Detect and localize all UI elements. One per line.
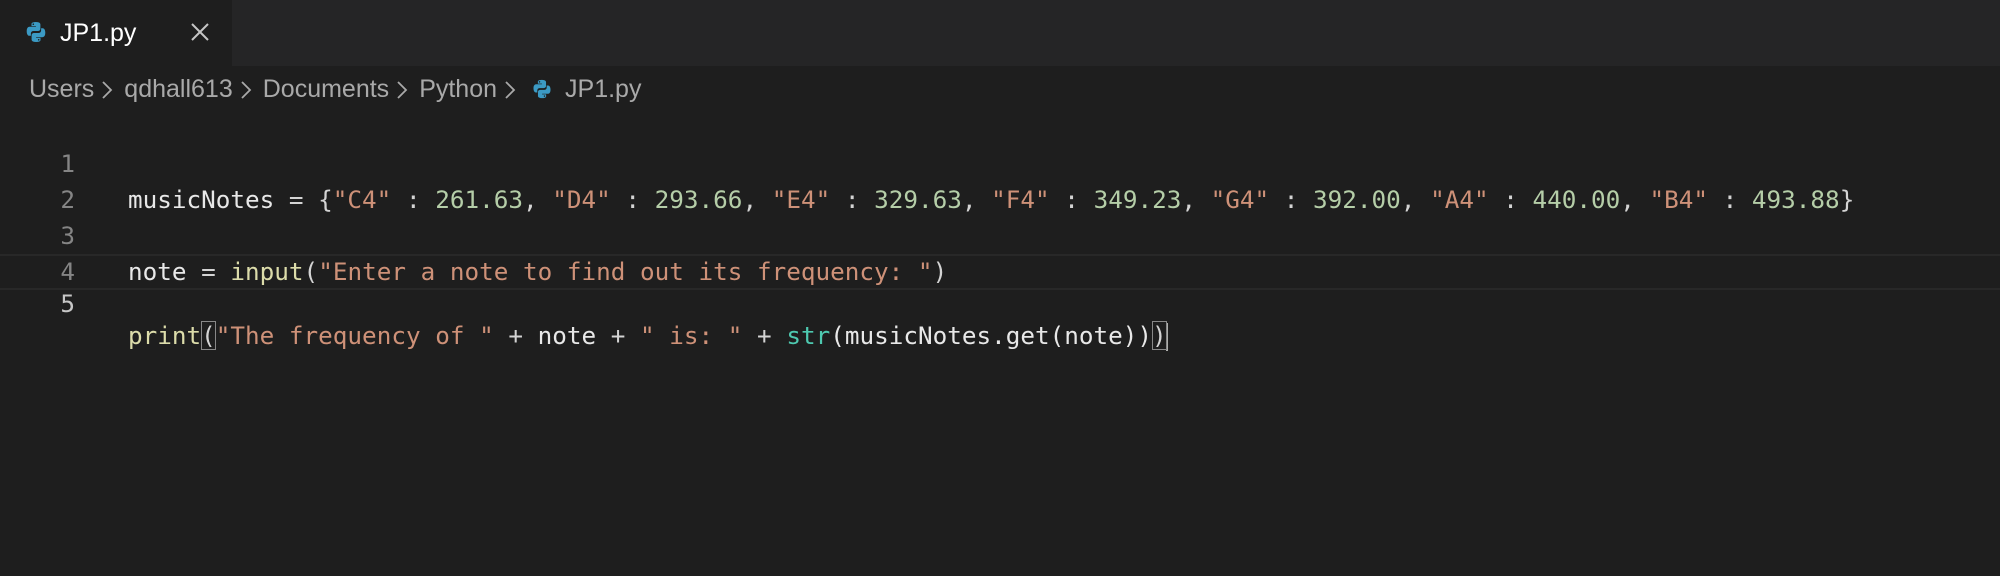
breadcrumb: Users qdhall613 Documents Python JP1.py — [0, 66, 2000, 112]
code-line-5[interactable]: 5 print("The frequency of " + note + " i… — [0, 254, 2000, 351]
python-icon — [531, 78, 553, 100]
chevron-right-icon — [497, 77, 527, 101]
token-expression: (musicNotes.get(note)) — [830, 321, 1153, 350]
close-icon[interactable] — [188, 20, 212, 44]
chevron-right-icon — [233, 77, 263, 101]
tab-jp1-py[interactable]: JP1.py — [0, 0, 232, 66]
line-number: 5 — [60, 289, 75, 318]
chevron-right-icon — [389, 77, 419, 101]
code-editor[interactable]: 1 musicNotes = {"C4" : 261.63, "D4" : 29… — [0, 110, 2000, 576]
token-variable: note — [537, 321, 597, 350]
code-line-2[interactable]: 2 — [0, 146, 2000, 214]
breadcrumb-item-python[interactable]: Python — [419, 75, 497, 104]
breadcrumb-item-users[interactable]: Users — [29, 75, 94, 104]
breadcrumb-file-label: JP1.py — [565, 74, 642, 103]
token-paren-matched: ) — [1152, 321, 1167, 350]
tab-label: JP1.py — [60, 19, 137, 47]
token-operator: + — [596, 321, 641, 350]
code-line-1[interactable]: 1 musicNotes = {"C4" : 261.63, "D4" : 29… — [0, 110, 2000, 214]
tab-bar: JP1.py — [0, 0, 2000, 66]
text-cursor — [1165, 323, 1168, 351]
python-icon — [24, 20, 48, 44]
chevron-right-icon — [94, 77, 124, 101]
token-operator: + — [493, 321, 538, 350]
token-string: " is: " — [640, 321, 743, 350]
code-line-3[interactable]: 3 note = input("Enter a note to find out… — [0, 182, 2000, 286]
code-text: print("The frequency of " + note + " is:… — [128, 320, 1168, 352]
breadcrumb-item-file[interactable]: JP1.py — [527, 75, 641, 104]
token-operator: + — [742, 321, 787, 350]
token-string: "The frequency of " — [215, 321, 494, 350]
token-builtin: str — [786, 321, 831, 350]
breadcrumb-item-qdhall613[interactable]: qdhall613 — [124, 75, 232, 104]
breadcrumb-item-documents[interactable]: Documents — [263, 75, 389, 104]
code-line-4[interactable]: 4 — [0, 218, 2000, 286]
token-function: print — [128, 321, 202, 350]
token-paren-matched: ( — [201, 321, 216, 350]
